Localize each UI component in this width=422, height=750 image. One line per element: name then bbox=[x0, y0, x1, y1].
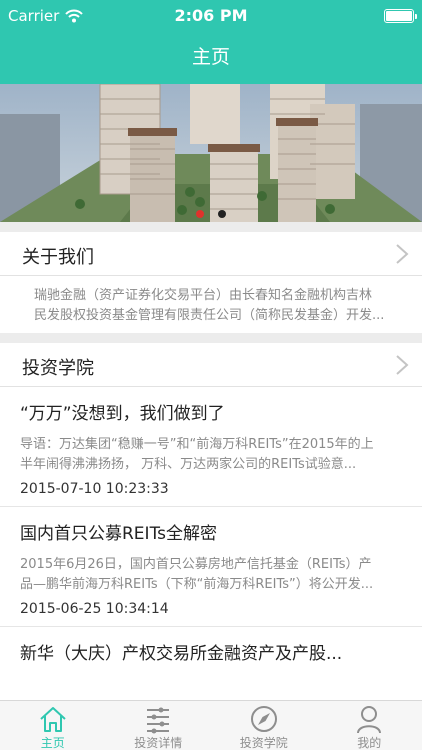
tab-home[interactable]: 主页 bbox=[0, 701, 106, 750]
tab-label: 投资学院 bbox=[239, 736, 288, 750]
tab-bar: 主页 投资详情 投资学院 我的 bbox=[0, 700, 422, 750]
section-divider bbox=[0, 333, 422, 343]
compass-icon bbox=[250, 706, 277, 732]
status-time: 2:06 PM bbox=[174, 6, 248, 25]
section-divider bbox=[0, 222, 422, 232]
academy-title: 投资学院 bbox=[22, 358, 94, 379]
article-summary: 导语：万达集团“稳赚一号”和“前海万科REITs”在2015年的上 半年闹得沸沸… bbox=[20, 435, 412, 475]
page-title: 主页 bbox=[191, 46, 230, 68]
battery-icon bbox=[384, 9, 417, 23]
carousel-dot-active[interactable] bbox=[196, 210, 204, 218]
article-item[interactable]: 国内首只公募REITs全解密 2015年6月26日，国内首只公募房地产信托基金（… bbox=[0, 507, 422, 627]
article-item[interactable]: “万万”没想到，我们做到了 导语：万达集团“稳赚一号”和“前海万科REITs”在… bbox=[0, 387, 422, 507]
about-description: 瑞驰金融（资产证券化交易平台）由长春知名金融机构吉林 民发股权投资基金管理有限责… bbox=[22, 286, 402, 326]
article-summary-line: 半年闹得沸沸扬扬， 万科、万达两家公司的REITs试验意... bbox=[20, 457, 357, 472]
chevron-right-icon bbox=[396, 244, 409, 264]
tab-label: 投资详情 bbox=[134, 736, 183, 750]
nav-bar: 主页 bbox=[0, 32, 422, 84]
article-title: “万万”没想到，我们做到了 bbox=[20, 404, 225, 424]
tab-label: 主页 bbox=[40, 736, 65, 750]
carousel-dot[interactable] bbox=[218, 210, 226, 218]
about-title: 关于我们 bbox=[22, 247, 94, 268]
status-bar: Carrier 2:06 PM bbox=[0, 0, 422, 32]
article-summary-line: 2015年6月26日，国内首只公募房地产信托基金（REITs）产 bbox=[20, 557, 372, 572]
article-summary-line: 品—鹏华前海万科REITs（下称“前海万科REITs”）将公开发... bbox=[20, 577, 374, 592]
article-date: 2015-07-10 10:23:33 bbox=[20, 481, 169, 497]
person-icon bbox=[357, 706, 382, 734]
about-text-line: 瑞驰金融（资产证券化交易平台）由长春知名金融机构吉林 bbox=[34, 288, 373, 303]
article-summary-line: 导语：万达集团“稳赚一号”和“前海万科REITs”在2015年的上 bbox=[20, 437, 374, 452]
carousel-dots[interactable] bbox=[0, 210, 422, 218]
tab-investment-academy[interactable]: 投资学院 bbox=[211, 701, 317, 750]
tab-investment-details[interactable]: 投资详情 bbox=[106, 701, 212, 750]
home-icon bbox=[40, 707, 66, 732]
article-date: 2015-06-25 10:34:14 bbox=[20, 601, 169, 617]
article-summary: 2015年6月26日，国内首只公募房地产信托基金（REITs）产 品—鹏华前海万… bbox=[20, 555, 412, 595]
banner-image bbox=[0, 84, 422, 222]
tab-label: 我的 bbox=[357, 736, 382, 750]
list-icon bbox=[147, 707, 170, 734]
banner-carousel[interactable] bbox=[0, 84, 422, 222]
article-title: 新华（大庆）产权交易所金融资产及产股... bbox=[20, 644, 343, 664]
about-text-line: 民发股权投资基金管理有限责任公司（简称民发基金）开发... bbox=[34, 308, 385, 323]
tab-me[interactable]: 我的 bbox=[317, 701, 422, 750]
article-item[interactable]: 新华（大庆）产权交易所金融资产及产股... bbox=[0, 627, 422, 700]
about-section-header[interactable]: 关于我们 bbox=[0, 232, 422, 276]
article-title: 国内首只公募REITs全解密 bbox=[20, 524, 217, 544]
chevron-right-icon bbox=[396, 355, 409, 375]
academy-section-header[interactable]: 投资学院 bbox=[0, 343, 422, 387]
